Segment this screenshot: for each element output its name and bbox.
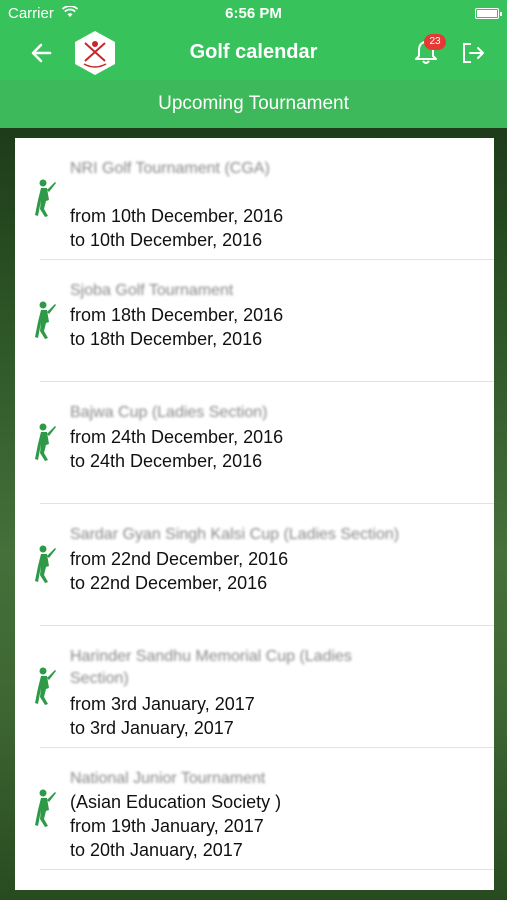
date-to: to 20th January, 2017	[70, 840, 243, 860]
tournament-venue: (Asian Education Society )	[70, 792, 282, 812]
list-item[interactable]: National Junior Tournament (Asian Educat…	[15, 748, 494, 870]
tournament-name-continued: Section)	[70, 670, 129, 687]
divider	[40, 869, 494, 870]
date-to: to 24th December, 2016	[70, 451, 263, 471]
golfer-icon	[35, 423, 56, 461]
date-to: to 3rd January, 2017	[70, 718, 234, 738]
tournament-name: NRI Golf Tournament (CGA)	[70, 160, 270, 177]
list-item[interactable]: Bajwa Cup (Ladies Section) from 24th Dec…	[15, 382, 494, 504]
tournament-name: Sjoba Golf Tournament	[70, 282, 234, 299]
section-header: Upcoming Tournament	[0, 80, 507, 128]
battery-tip	[500, 12, 502, 16]
golfer-icon	[35, 545, 56, 583]
date-from: from 24th December, 2016	[70, 427, 284, 447]
navigation-bar: Golf calendar 23	[0, 28, 507, 80]
tournament-name: National Junior Tournament	[70, 770, 266, 787]
list-item[interactable]: Harinder Sandhu Memorial Cup (Ladies Sec…	[15, 626, 494, 748]
logout-icon[interactable]	[460, 40, 486, 66]
tournament-list: NRI Golf Tournament (CGA) from 10th Dece…	[15, 138, 494, 890]
list-item[interactable]: Sjoba Golf Tournament from 18th December…	[15, 260, 494, 382]
tournament-name: Bajwa Cup (Ladies Section)	[70, 404, 268, 421]
date-from: from 18th December, 2016	[70, 305, 284, 325]
date-from: from 3rd January, 2017	[70, 694, 255, 714]
golfer-icon	[35, 667, 56, 705]
date-to: to 18th December, 2016	[70, 329, 263, 349]
list-item[interactable]: NRI Golf Tournament (CGA) from 10th Dece…	[15, 138, 494, 260]
date-to: to 10th December, 2016	[70, 230, 263, 250]
notification-badge[interactable]: 23	[424, 34, 446, 50]
tournament-name: Sardar Gyan Singh Kalsi Cup (Ladies Sect…	[70, 526, 400, 543]
status-bar: Carrier 6:56 PM	[0, 0, 507, 28]
battery-icon	[475, 8, 499, 19]
golfer-icon	[35, 301, 56, 339]
date-to: to 22nd December, 2016	[70, 573, 268, 593]
list-item[interactable]: Sardar Gyan Singh Kalsi Cup (Ladies Sect…	[15, 504, 494, 626]
date-from: from 22nd December, 2016	[70, 549, 289, 569]
tournament-name: Harinder Sandhu Memorial Cup (Ladies	[70, 648, 352, 665]
date-from: from 10th December, 2016	[70, 206, 284, 226]
golfer-icon	[35, 789, 56, 827]
golfer-icon	[35, 179, 56, 217]
date-from: from 19th January, 2017	[70, 816, 264, 836]
clock: 6:56 PM	[225, 5, 282, 22]
